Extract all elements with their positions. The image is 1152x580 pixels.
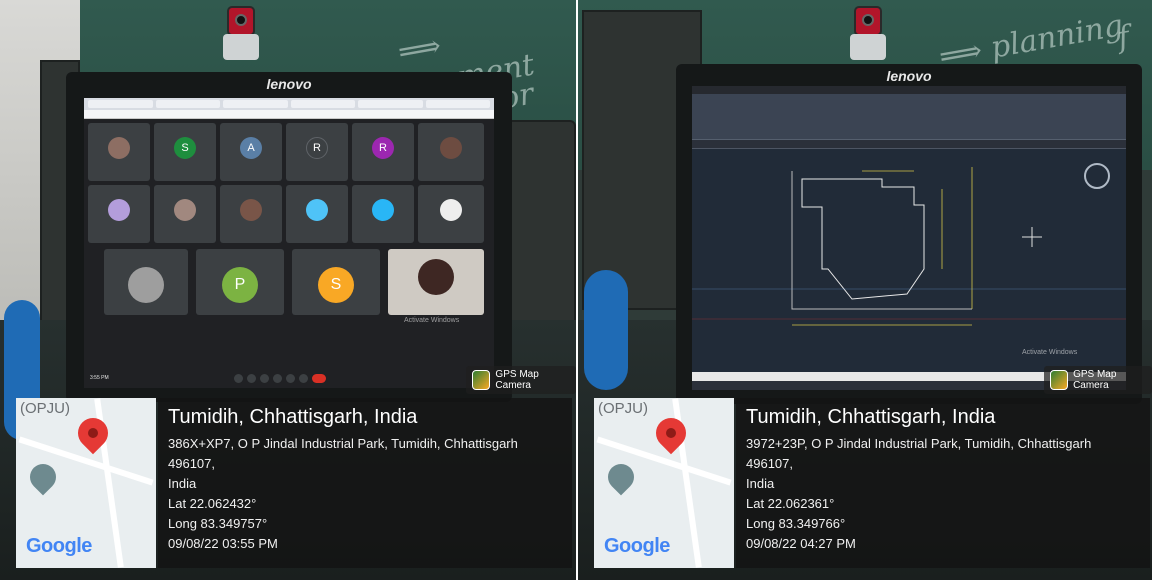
participant-tile [352, 185, 414, 243]
avatar [174, 199, 196, 221]
location-city: Tumidih, Chhattisgarh, India [168, 406, 418, 428]
avatar [440, 199, 462, 221]
map-area-label: (OPJU) [20, 400, 70, 417]
location-address-line2: India [746, 476, 775, 491]
avatar [108, 199, 130, 221]
map-pin-icon [71, 411, 115, 455]
education-cap-icon [24, 458, 62, 496]
location-map: (OPJU) Google [594, 398, 734, 568]
meeting-grid: S A R R P S Activate Windows [84, 119, 494, 370]
present-button[interactable] [286, 374, 295, 383]
location-datetime: 09/08/22 04:27 PM [746, 536, 856, 551]
chair [584, 270, 628, 390]
location-info-panel: Tumidih, Chhattisgarh, India 3972+23P, O… [736, 398, 1150, 568]
monitor: lenovo Activate Windows [676, 64, 1142, 404]
gps-app-label: GPS Map Camera [495, 369, 539, 391]
location-info-panel: Tumidih, Chhattisgarh, India 386X+XP7, O… [158, 398, 572, 568]
view-cube-icon[interactable] [1084, 163, 1110, 189]
avatar [128, 267, 164, 303]
cad-floorplan-drawing [692, 167, 1126, 326]
map-pin-icon [649, 411, 693, 455]
gps-map-camera-icon [1050, 370, 1069, 390]
avatar [108, 137, 130, 159]
location-latitude: Lat 22.062432° [168, 496, 257, 511]
webcam-icon [223, 6, 259, 64]
avatar [418, 259, 454, 295]
participant-tile: A [220, 123, 282, 181]
participant-tile [220, 185, 282, 243]
avatar: A [240, 137, 262, 159]
gps-app-label: GPS Map Camera [1073, 369, 1117, 391]
activate-windows-watermark: Activate Windows [404, 317, 460, 324]
avatar [306, 199, 328, 221]
meeting-screen: S A R R P S Activate Windows 3:55 PM [84, 98, 494, 388]
gps-app-tag: GPS Map Camera [466, 366, 576, 394]
avatar [440, 137, 462, 159]
cad-drawing-canvas[interactable]: Activate Windows [692, 149, 1126, 372]
photo-right: ⟹ planning f lenovo Activate Windows GPS… [578, 0, 1152, 580]
google-logo: Google [604, 535, 670, 557]
cad-screen: Activate Windows [692, 86, 1126, 390]
self-view-tile [388, 249, 484, 315]
chalk-writing: f [1115, 19, 1133, 56]
monitor-brand: lenovo [886, 68, 932, 84]
participant-tile [104, 249, 188, 315]
participant-tile [154, 185, 216, 243]
monitor-brand: lenovo [266, 76, 312, 92]
leave-call-button[interactable] [312, 374, 326, 383]
participant-tile: S [154, 123, 216, 181]
location-address-line2: India [168, 476, 197, 491]
participant-tile [286, 185, 348, 243]
location-latitude: Lat 22.062361° [746, 496, 835, 511]
monitor: lenovo S A R R P S Activate Windows 3:55… [66, 72, 512, 402]
raise-hand-button[interactable] [273, 374, 282, 383]
location-address-line1: 3972+23P, O P Jindal Industrial Park, Tu… [746, 436, 1092, 471]
captions-button[interactable] [260, 374, 269, 383]
avatar: S [174, 137, 196, 159]
activate-windows-watermark: Activate Windows [1022, 349, 1078, 356]
meeting-toolbar: 3:55 PM [84, 370, 494, 388]
map-area-label: (OPJU) [598, 400, 648, 417]
participant-tile: R [352, 123, 414, 181]
avatar: R [306, 137, 328, 159]
google-logo: Google [26, 535, 92, 557]
cad-titlebar [692, 86, 1126, 94]
camera-button[interactable] [247, 374, 256, 383]
avatar: S [318, 267, 354, 303]
participant-tile [418, 123, 484, 181]
location-datetime: 09/08/22 03:55 PM [168, 536, 278, 551]
participant-tile: P [196, 249, 284, 315]
browser-tabs [84, 98, 494, 110]
browser-address-bar [84, 110, 494, 119]
webcam-icon [850, 6, 886, 64]
meeting-time: 3:55 PM [90, 375, 109, 381]
avatar: R [372, 137, 394, 159]
education-cap-icon [602, 458, 640, 496]
gps-app-tag: GPS Map Camera [1044, 366, 1152, 394]
avatar [240, 199, 262, 221]
location-longitude: Long 83.349757° [168, 516, 268, 531]
avatar [372, 199, 394, 221]
location-address-line1: 386X+XP7, O P Jindal Industrial Park, Tu… [168, 436, 518, 471]
cad-file-tabs [692, 140, 1126, 149]
participant-tile [418, 185, 484, 243]
mic-button[interactable] [234, 374, 243, 383]
location-city: Tumidih, Chhattisgarh, India [746, 406, 996, 428]
avatar: P [222, 267, 258, 303]
location-map: (OPJU) Google [16, 398, 156, 568]
cad-ribbon [692, 94, 1126, 140]
location-longitude: Long 83.349766° [746, 516, 846, 531]
participant-tile: R [286, 123, 348, 181]
participant-tile: S [292, 249, 380, 315]
participant-tile [88, 185, 150, 243]
photo-left: ⟹ payment for lenovo S A R R [0, 0, 576, 580]
more-options-button[interactable] [299, 374, 308, 383]
gps-map-camera-icon [472, 370, 491, 390]
participant-tile [88, 123, 150, 181]
